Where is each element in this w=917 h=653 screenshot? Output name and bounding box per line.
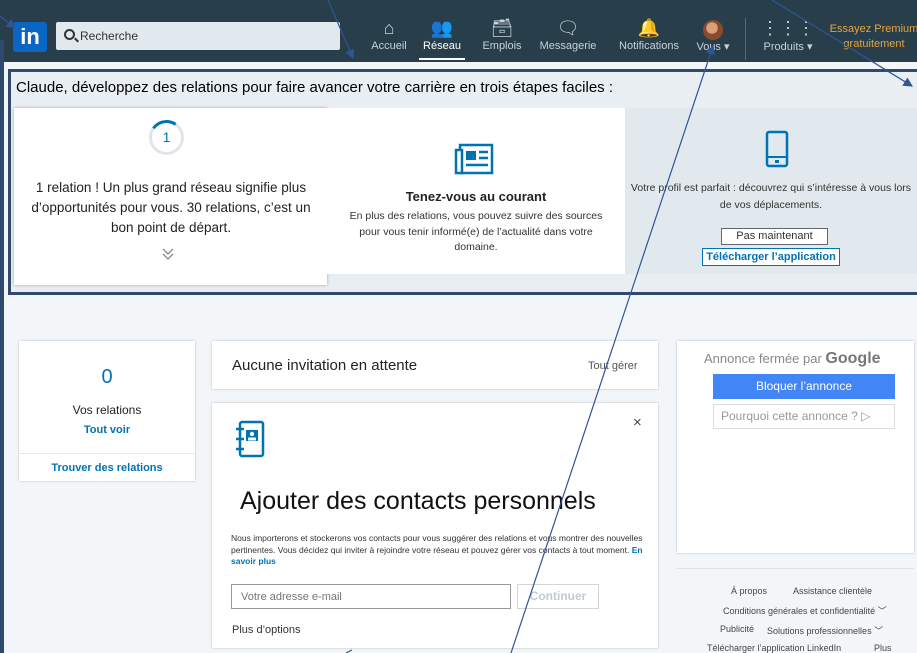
- phone-icon: [765, 130, 789, 168]
- close-icon[interactable]: ×: [633, 414, 642, 431]
- nav-jobs[interactable]: 🗃 Emplois: [479, 16, 525, 60]
- manage-all-link[interactable]: Tout gérer: [588, 360, 638, 372]
- ad-closed-label: Annonce fermée par Google: [704, 350, 881, 368]
- nav-products-label: Produits ▾: [763, 41, 813, 53]
- relations-label: Vos relations: [72, 403, 142, 417]
- nav-divider: [745, 18, 746, 60]
- see-all-link[interactable]: Tout voir: [19, 424, 195, 436]
- step-card-mobile-text: Votre profil est parfait : découvrez qui…: [630, 182, 912, 211]
- footer-solutions-link[interactable]: Solutions professionnelles ﹀: [767, 624, 883, 637]
- bell-icon: 🔔: [637, 18, 661, 38]
- search-icon: [64, 29, 75, 40]
- search-bar[interactable]: Recherche: [56, 22, 340, 50]
- search-input[interactable]: Recherche: [80, 29, 138, 43]
- steps-title: Claude, développez des relations pour fa…: [16, 79, 613, 96]
- more-options-link[interactable]: Plus d’options: [232, 624, 301, 636]
- nav-home[interactable]: ⌂ Accueil: [366, 16, 412, 60]
- email-field[interactable]: [231, 584, 511, 609]
- grid-icon: ⋮⋮⋮: [761, 18, 815, 38]
- chevron-down-icon[interactable]: [162, 246, 174, 262]
- nav-me-label: Vous ▾: [696, 41, 730, 53]
- footer-more-link[interactable]: Plus: [874, 643, 892, 653]
- people-icon: 👥: [430, 18, 454, 38]
- google-logo: Google: [825, 350, 881, 367]
- divider: [19, 453, 195, 454]
- footer-ads-link[interactable]: Publicité: [720, 624, 754, 634]
- footer-terms-link[interactable]: Conditions générales et confidentialité …: [723, 604, 887, 617]
- nav-notifications[interactable]: 🔔 Notifications: [619, 16, 679, 60]
- invitations-title: Aucune invitation en attente: [232, 357, 418, 374]
- add-contacts-card: [212, 403, 658, 648]
- home-icon: ⌂: [383, 18, 395, 38]
- nav-notifications-label: Notifications: [619, 40, 679, 52]
- continue-button[interactable]: Continuer: [517, 584, 599, 609]
- download-app-button[interactable]: Télécharger l’application: [702, 248, 840, 266]
- newspaper-icon: [454, 143, 494, 175]
- address-book-icon: [236, 420, 265, 458]
- linkedin-logo[interactable]: in: [13, 22, 47, 52]
- contacts-description-text: Nous importerons et stockerons vos conta…: [231, 533, 643, 555]
- premium-line2: gratuitement: [843, 38, 905, 50]
- nav-messaging-label: Messagerie: [539, 40, 597, 52]
- ad-card: [677, 341, 914, 553]
- messaging-icon: 🗨: [556, 18, 580, 38]
- footer-app-link[interactable]: Télécharger l’application LinkedIn: [707, 643, 841, 653]
- nav-network-label: Réseau: [423, 40, 461, 52]
- footer-help-link[interactable]: Assistance clientèle: [793, 586, 872, 596]
- nav-jobs-label: Emplois: [482, 40, 522, 52]
- footer-divider: [677, 568, 914, 569]
- nav-home-label: Accueil: [371, 40, 407, 52]
- not-now-button[interactable]: Pas maintenant: [721, 228, 828, 245]
- profile-avatar[interactable]: [703, 20, 723, 40]
- relations-count[interactable]: 0: [19, 366, 195, 389]
- find-relations-link[interactable]: Trouver des relations: [19, 462, 195, 474]
- connection-count: 1: [162, 129, 171, 145]
- left-edge-bar: [0, 40, 4, 653]
- step-card-news-title: Tenez-vous au courant: [405, 189, 547, 204]
- contacts-description: Nous importerons et stockerons vos conta…: [231, 533, 646, 568]
- block-ad-button[interactable]: Bloquer l’annonce: [713, 374, 895, 399]
- nav-me[interactable]: Vous ▾: [690, 40, 736, 60]
- premium-link[interactable]: Essayez Premium gratuitement: [824, 22, 917, 52]
- premium-line1: Essayez Premium: [829, 23, 917, 35]
- nav-network[interactable]: 👥 Réseau: [419, 16, 465, 60]
- ad-closed-text: Annonce fermée par: [704, 351, 822, 366]
- step-card-connections-text: 1 relation ! Un plus grand réseau signif…: [31, 180, 311, 235]
- footer-about-link[interactable]: À propos: [731, 586, 767, 596]
- step-card-news-text: En plus des relations, vous pouvez suivr…: [349, 210, 603, 253]
- contacts-title: Ajouter des contacts personnels: [240, 487, 596, 515]
- briefcase-icon: 🗃: [490, 18, 514, 38]
- nav-messaging[interactable]: 🗨 Messagerie: [538, 16, 598, 60]
- why-this-ad-button[interactable]: Pourquoi cette annonce ? ▷: [713, 404, 895, 429]
- nav-products[interactable]: ⋮⋮⋮ Produits ▾: [758, 16, 818, 60]
